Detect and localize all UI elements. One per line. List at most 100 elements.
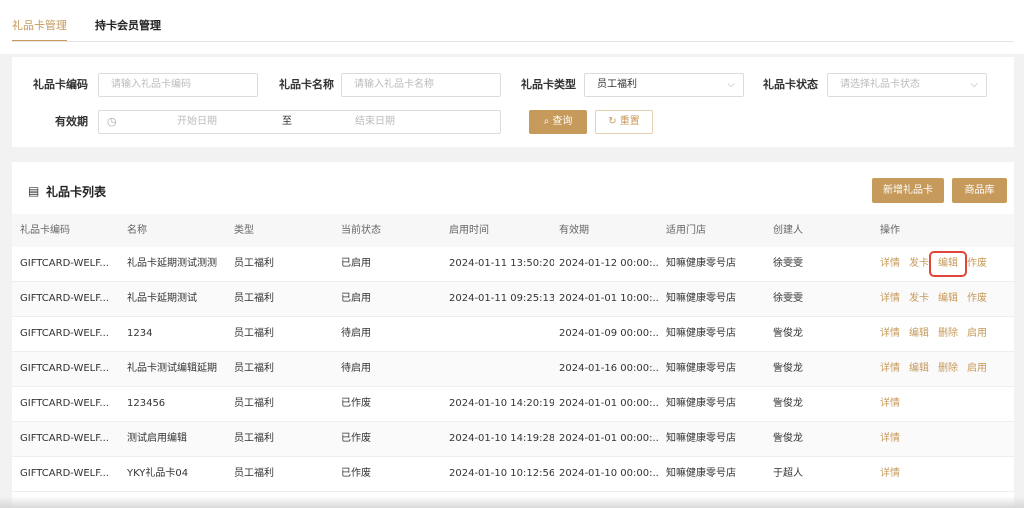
op-issue-link[interactable]: 发卡	[909, 282, 929, 315]
column-header: 创建人	[773, 225, 803, 236]
column-header: 适用门店	[666, 225, 706, 236]
cell-name: YKY礼品卡04	[127, 468, 189, 479]
query-label: 查询	[552, 116, 573, 127]
tab-giftcard-management[interactable]: 礼品卡管理	[12, 16, 67, 42]
cell-store: 知嘛健康零号店	[666, 398, 736, 409]
goods-library-button[interactable]: 商品库	[952, 178, 1007, 203]
tab-member-management[interactable]: 持卡会员管理	[95, 16, 161, 42]
cell-enabled-at: 2024-01-10 14:20:19	[449, 398, 554, 409]
column-header: 礼品卡编码	[20, 225, 70, 236]
op-edit-link[interactable]: 编辑	[929, 251, 967, 277]
table-row: GIFTCARD-WELF... 礼品卡测试编辑延期 员工福利 待启用 2024…	[12, 352, 1014, 387]
name-input[interactable]: 请输入礼品卡名称	[341, 73, 501, 97]
cell-valid-until: 2024-01-09 00:00:...	[559, 328, 659, 339]
op-edit-link[interactable]: 编辑	[938, 282, 958, 315]
cell-creator: 徐雯雯	[773, 293, 803, 304]
start-date-placeholder: 开始日期	[177, 116, 217, 127]
name-label: 礼品卡名称	[279, 78, 334, 91]
cell-type: 员工福利	[234, 363, 274, 374]
cell-creator: 訾俊龙	[773, 433, 803, 444]
top-bar: 礼品卡管理 持卡会员管理	[0, 0, 1024, 54]
cell-type: 员工福利	[234, 293, 274, 304]
op-delete-link[interactable]: 删除	[938, 352, 958, 385]
op-detail-link[interactable]: 详情	[880, 457, 900, 490]
cell-status: 待启用	[341, 363, 371, 374]
tab-divider	[12, 41, 1014, 42]
cell-creator: 于超人	[773, 468, 803, 479]
cell-status: 已作废	[341, 398, 371, 409]
reset-button[interactable]: ↻ 重置	[595, 110, 653, 134]
cell-status: 已作废	[341, 433, 371, 444]
code-input[interactable]: 请输入礼品卡编码	[98, 73, 258, 97]
cell-valid-until: 2024-01-01 00:00:...	[559, 433, 659, 444]
op-detail-link[interactable]: 详情	[880, 422, 900, 455]
search-icon: ⌕	[543, 116, 550, 127]
cell-code: GIFTCARD-WELF...	[20, 398, 109, 409]
cell-store: 知嘛健康零号店	[666, 468, 736, 479]
cell-type: 员工福利	[234, 468, 274, 479]
cell-name: 礼品卡延期测试测测	[127, 258, 217, 269]
op-issue-link[interactable]: 发卡	[909, 247, 929, 280]
op-detail-link[interactable]: 详情	[880, 247, 900, 280]
chevron-down-icon: ⌵	[970, 79, 978, 90]
type-label: 礼品卡类型	[521, 78, 576, 91]
cell-code: GIFTCARD-WELF...	[20, 328, 109, 339]
table-row: GIFTCARD-WELF... YKY礼品卡04 员工福利 已作废 2024-…	[12, 457, 1014, 492]
cell-code: GIFTCARD-WELF...	[20, 258, 109, 269]
table-row: GIFTCARD-WELF... 123456 员工福利 已作废 2024-01…	[12, 387, 1014, 422]
cell-name: 1234	[127, 328, 153, 339]
cell-creator: 訾俊龙	[773, 363, 803, 374]
document-icon: ▤	[28, 184, 40, 198]
validity-label: 有效期	[55, 115, 88, 128]
op-edit-link[interactable]: 编辑	[909, 317, 929, 350]
cell-status: 已启用	[341, 293, 371, 304]
reset-label: 重置	[619, 116, 640, 127]
cell-name: 测试启用编辑	[127, 433, 187, 444]
cell-creator: 徐雯雯	[773, 258, 803, 269]
column-header: 启用时间	[449, 225, 489, 236]
table-row: GIFTCARD-WELF... 礼品卡延期测试测测 员工福利 已启用 2024…	[12, 247, 1014, 282]
bottom-shadow	[0, 496, 1024, 508]
date-range-separator: 至	[282, 116, 292, 127]
op-detail-link[interactable]: 详情	[880, 282, 900, 315]
cell-status: 已作废	[341, 468, 371, 479]
filter-panel: 礼品卡编码 请输入礼品卡编码 礼品卡名称 请输入礼品卡名称 礼品卡类型 员工福利…	[12, 57, 1014, 147]
column-header: 有效期	[559, 225, 589, 236]
cell-store: 知嘛健康零号店	[666, 363, 736, 374]
cell-name: 礼品卡延期测试	[127, 293, 197, 304]
status-select[interactable]: 请选择礼品卡状态 ⌵	[827, 73, 987, 97]
cell-valid-until: 2024-01-12 00:00:...	[559, 258, 659, 269]
op-enable-link[interactable]: 启用	[967, 352, 987, 385]
cell-valid-until: 2024-01-01 10:00:...	[559, 293, 659, 304]
cell-store: 知嘛健康零号店	[666, 328, 736, 339]
code-placeholder: 请输入礼品卡编码	[111, 79, 191, 90]
cell-code: GIFTCARD-WELF...	[20, 293, 109, 304]
op-void-link[interactable]: 作废	[967, 282, 987, 315]
cell-valid-until: 2024-01-01 00:00:...	[559, 398, 659, 409]
column-header: 操作	[880, 225, 900, 236]
cell-store: 知嘛健康零号店	[666, 433, 736, 444]
op-void-link[interactable]: 作废	[967, 247, 987, 280]
cell-name: 礼品卡测试编辑延期	[127, 363, 217, 374]
type-select[interactable]: 员工福利 ⌵	[584, 73, 744, 97]
cell-type: 员工福利	[234, 258, 274, 269]
cell-enabled-at: 2024-01-10 10:12:56	[449, 468, 554, 479]
op-delete-link[interactable]: 删除	[938, 317, 958, 350]
op-enable-link[interactable]: 启用	[967, 317, 987, 350]
column-header: 当前状态	[341, 225, 381, 236]
cell-name: 123456	[127, 398, 166, 409]
op-detail-link[interactable]: 详情	[880, 317, 900, 350]
add-giftcard-button[interactable]: 新增礼品卡	[872, 178, 944, 203]
op-detail-link[interactable]: 详情	[880, 387, 900, 420]
status-placeholder: 请选择礼品卡状态	[840, 79, 920, 90]
cell-creator: 訾俊龙	[773, 328, 803, 339]
cell-store: 知嘛健康零号店	[666, 293, 736, 304]
date-range-picker[interactable]: ◷ 开始日期 至 结束日期	[98, 110, 501, 134]
column-header: 类型	[234, 225, 254, 236]
name-placeholder: 请输入礼品卡名称	[354, 79, 434, 90]
query-button[interactable]: ⌕ 查询	[529, 110, 587, 134]
cell-code: GIFTCARD-WELF...	[20, 363, 109, 374]
op-detail-link[interactable]: 详情	[880, 352, 900, 385]
op-edit-link[interactable]: 编辑	[909, 352, 929, 385]
code-label: 礼品卡编码	[33, 78, 88, 91]
